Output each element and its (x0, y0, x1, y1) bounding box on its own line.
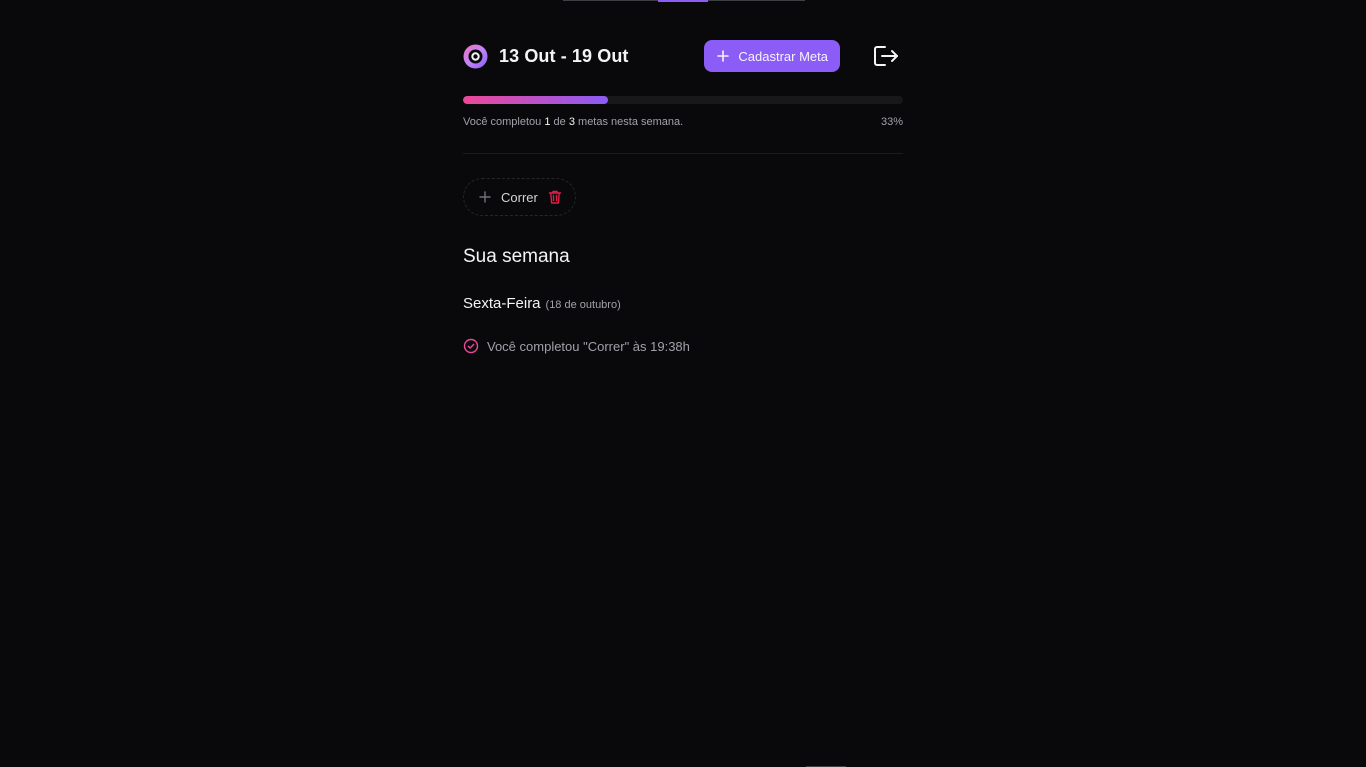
progress-total-count: 3 (568, 116, 575, 128)
progress-text-suffix: metas nesta semana. (578, 116, 684, 128)
logout-icon (874, 46, 898, 66)
day-date: (18 de outubro) (545, 299, 621, 311)
top-scroll-indicator-active (658, 0, 708, 2)
summary-header: 13 Out - 19 Out Cadastrar Meta (463, 40, 903, 72)
progress-info: Você completou 1 de 3 metas nesta semana… (463, 116, 903, 128)
pending-goal-chip[interactable]: Correr (463, 178, 576, 216)
week-range-title: 13 Out - 19 Out (499, 45, 629, 66)
check-circle-icon (463, 338, 479, 354)
pending-goal-title: Correr (501, 189, 538, 205)
progress-section: Você completou 1 de 3 metas nesta semana… (463, 96, 903, 128)
progress-text: Você completou 1 de 3 metas nesta semana… (463, 116, 683, 128)
add-goal-label: Cadastrar Meta (738, 48, 828, 64)
completion-text: Você completou "Correr" às 19:38h (487, 338, 690, 354)
app-container: 13 Out - 19 Out Cadastrar Meta Você comp… (463, 40, 903, 354)
progress-completed-count: 1 (544, 116, 551, 128)
divider (463, 153, 903, 154)
logout-button[interactable] (872, 42, 900, 70)
day-heading: Sexta-Feira (18 de outubro) (463, 295, 903, 312)
in-orbit-logo-icon (463, 44, 488, 68)
week-summary-title: Sua semana (463, 246, 570, 267)
progress-track (463, 96, 903, 104)
pending-goals-list: Correr (463, 178, 903, 216)
progress-text-middle: de (553, 116, 566, 128)
header-right: Cadastrar Meta (704, 40, 903, 72)
header-left: 13 Out - 19 Out (463, 44, 629, 69)
plus-icon (479, 191, 491, 203)
plus-icon (717, 50, 730, 62)
top-scroll-indicator (563, 0, 805, 2)
delete-goal-button[interactable] (547, 189, 563, 205)
add-goal-button[interactable]: Cadastrar Meta (704, 40, 840, 72)
progress-percent: 33% (880, 116, 903, 128)
progress-text-prefix: Você completou (463, 116, 542, 128)
completion-list: Você completou "Correr" às 19:38h (463, 338, 903, 354)
progress-fill (463, 96, 609, 104)
trash-icon (548, 190, 562, 204)
completion-item: Você completou "Correr" às 19:38h (463, 338, 903, 354)
day-weekday: Sexta-Feira (463, 295, 541, 312)
